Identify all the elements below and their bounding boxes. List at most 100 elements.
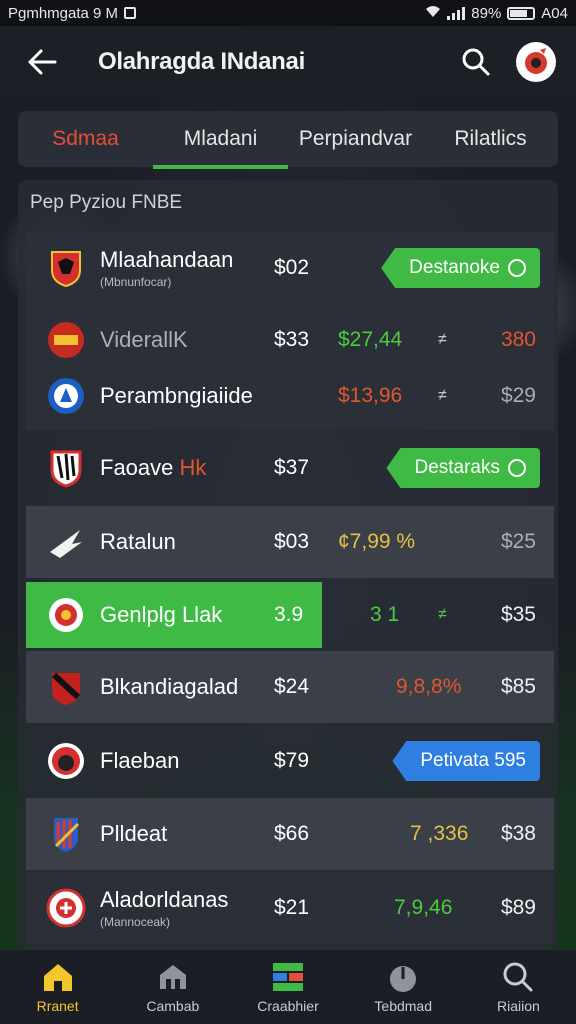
tab-mladani[interactable]: Mladani bbox=[153, 111, 288, 169]
team-info: Mlaahandaan (Mbnunfocar) bbox=[100, 247, 270, 289]
trend-indicator: ≠ bbox=[438, 331, 447, 348]
team-change: 3 1 bbox=[370, 603, 400, 626]
status-pill[interactable]: Petivata 595 bbox=[392, 741, 540, 781]
team-info: Genlplg Llak bbox=[100, 602, 270, 628]
chart-icon bbox=[271, 960, 305, 994]
team-price: $03 bbox=[274, 530, 310, 553]
status-pill[interactable]: Destaraks bbox=[386, 448, 540, 488]
tab-rilatlics[interactable]: Rilatlics bbox=[423, 111, 558, 167]
table-row[interactable]: Plldeat $66 7 ,336 $38 bbox=[26, 798, 554, 870]
team-last: $25 bbox=[500, 530, 536, 553]
refresh-icon bbox=[508, 259, 526, 277]
team-last: $85 bbox=[500, 675, 536, 698]
back-arrow-icon[interactable] bbox=[20, 40, 64, 84]
team-info: Perambngiaiide bbox=[100, 383, 270, 409]
team-crest-icon bbox=[49, 598, 83, 632]
team-price: $33 bbox=[274, 328, 310, 351]
team-name: Aladorldanas bbox=[100, 887, 229, 912]
nav-item-cambab[interactable]: Cambab bbox=[115, 950, 230, 1024]
team-name: Faoave Hk bbox=[100, 455, 270, 481]
table-row[interactable]: Ratalun $03 ¢7,99 % $25 bbox=[26, 506, 554, 578]
team-subtitle: (Mannoceak) bbox=[100, 915, 171, 929]
nav-item-riaiion[interactable]: Riaiion bbox=[461, 950, 576, 1024]
team-crest-icon bbox=[46, 888, 86, 928]
battery-icon bbox=[507, 6, 536, 20]
team-avatar-icon[interactable] bbox=[516, 42, 556, 82]
team-last: 380 bbox=[500, 328, 536, 351]
team-info: Aladorldanas (Mannoceak) bbox=[100, 887, 270, 929]
team-change: $27,44 bbox=[338, 328, 403, 351]
table-row[interactable]: Perambngiaiide $13,96 ≠ $29 bbox=[26, 362, 554, 430]
gauge-icon bbox=[386, 960, 420, 994]
team-crest-icon bbox=[50, 450, 82, 488]
bottom-nav: Rranet Cambab Craabhier Tebdmad Riaiion bbox=[0, 950, 576, 1024]
team-info: Blkandiagalad bbox=[100, 674, 270, 700]
refresh-icon bbox=[508, 459, 526, 477]
team-info: Faoave Hk bbox=[100, 455, 270, 481]
team-last: $29 bbox=[500, 384, 536, 407]
status-right: 89% A04 bbox=[425, 4, 568, 22]
status-left-text: Pgmhmgata 9 M bbox=[8, 4, 119, 22]
team-name: Flaeban bbox=[100, 748, 180, 773]
team-crest-icon bbox=[48, 322, 84, 358]
nav-item-tebdmad[interactable]: Tebdmad bbox=[346, 950, 461, 1024]
team-name: Blkandiagalad bbox=[100, 674, 239, 699]
nav-item-rranet[interactable]: Rranet bbox=[0, 950, 115, 1024]
search-icon bbox=[501, 960, 535, 994]
pill-label: Petivata 595 bbox=[420, 750, 526, 771]
team-change: 7 ,336 bbox=[410, 822, 469, 845]
nav-label: Cambab bbox=[146, 998, 200, 1014]
team-last: $89 bbox=[500, 896, 536, 919]
table-row[interactable]: Aladorldanas (Mannoceak) $21 7,9,46 $89 bbox=[26, 872, 554, 944]
table-row[interactable]: Flaeban $79 Petivata 595 bbox=[26, 725, 554, 797]
table-row[interactable]: Blkandiagalad $24 9,8,8% $85 bbox=[26, 651, 554, 723]
team-name: Ratalun bbox=[100, 529, 176, 554]
team-name: Mlaahandaan bbox=[100, 247, 234, 272]
team-price: 3.9 bbox=[274, 603, 304, 626]
battery-percent: 89% bbox=[471, 4, 502, 22]
signal-icon bbox=[447, 6, 466, 20]
search-icon[interactable] bbox=[454, 40, 498, 84]
table-row[interactable]: Genlplg Llak 3.9 3 1 ≠ $35 bbox=[26, 579, 554, 651]
team-price: $02 bbox=[274, 256, 310, 279]
tab-perpiandvar[interactable]: Perpiandvar bbox=[288, 111, 423, 167]
tab-sdmaa[interactable]: Sdmaa bbox=[18, 111, 153, 167]
pill-label: Destaraks bbox=[414, 457, 500, 478]
team-change: 9,8,8% bbox=[396, 675, 462, 698]
team-name: ViderallK bbox=[100, 327, 188, 352]
team-subtitle: (Mbnunfocar) bbox=[100, 275, 172, 289]
nav-item-craabhier[interactable]: Craabhier bbox=[230, 950, 345, 1024]
team-price: $24 bbox=[274, 675, 310, 698]
team-name: Perambngiaiide bbox=[100, 383, 253, 408]
team-name: Genlplg Llak bbox=[100, 602, 223, 627]
nav-label: Tebdmad bbox=[374, 998, 432, 1014]
bird-crest-icon bbox=[50, 530, 82, 558]
team-info: ViderallK bbox=[100, 327, 270, 353]
status-bar: Pgmhmgata 9 M 89% A04 bbox=[0, 0, 576, 26]
nav-label: Craabhier bbox=[257, 998, 319, 1014]
team-last: $38 bbox=[500, 822, 536, 845]
table-row[interactable]: Faoave Hk $37 Destaraks bbox=[26, 432, 554, 504]
home-icon bbox=[41, 960, 75, 994]
team-crest-icon bbox=[51, 251, 81, 288]
team-change: 7,9,46 bbox=[394, 896, 453, 919]
page-title: Olahragda INdanai bbox=[98, 48, 305, 75]
status-left: Pgmhmgata 9 M bbox=[8, 4, 137, 22]
team-change: $13,96 bbox=[338, 384, 403, 407]
status-pill[interactable]: Destanoke bbox=[381, 248, 540, 288]
app-bar: Olahragda INdanai bbox=[0, 26, 576, 98]
team-price: $79 bbox=[274, 749, 310, 772]
wifi-icon bbox=[425, 4, 441, 22]
tab-bar: Sdmaa Mladani Perpiandvar Rilatlics bbox=[18, 111, 558, 169]
team-price: $21 bbox=[274, 896, 310, 919]
table-row[interactable]: Mlaahandaan (Mbnunfocar) $02 Destanoke bbox=[26, 232, 554, 304]
team-info: Ratalun bbox=[100, 529, 270, 555]
notification-icon bbox=[124, 7, 137, 19]
status-time: A04 bbox=[541, 4, 568, 22]
team-name-part1: Faoave bbox=[100, 455, 174, 480]
team-crest-icon bbox=[51, 672, 81, 705]
trend-indicator: ≠ bbox=[438, 387, 447, 404]
team-crest-icon bbox=[48, 743, 84, 779]
nav-label: Rranet bbox=[36, 998, 79, 1014]
team-name: Plldeat bbox=[100, 821, 168, 846]
